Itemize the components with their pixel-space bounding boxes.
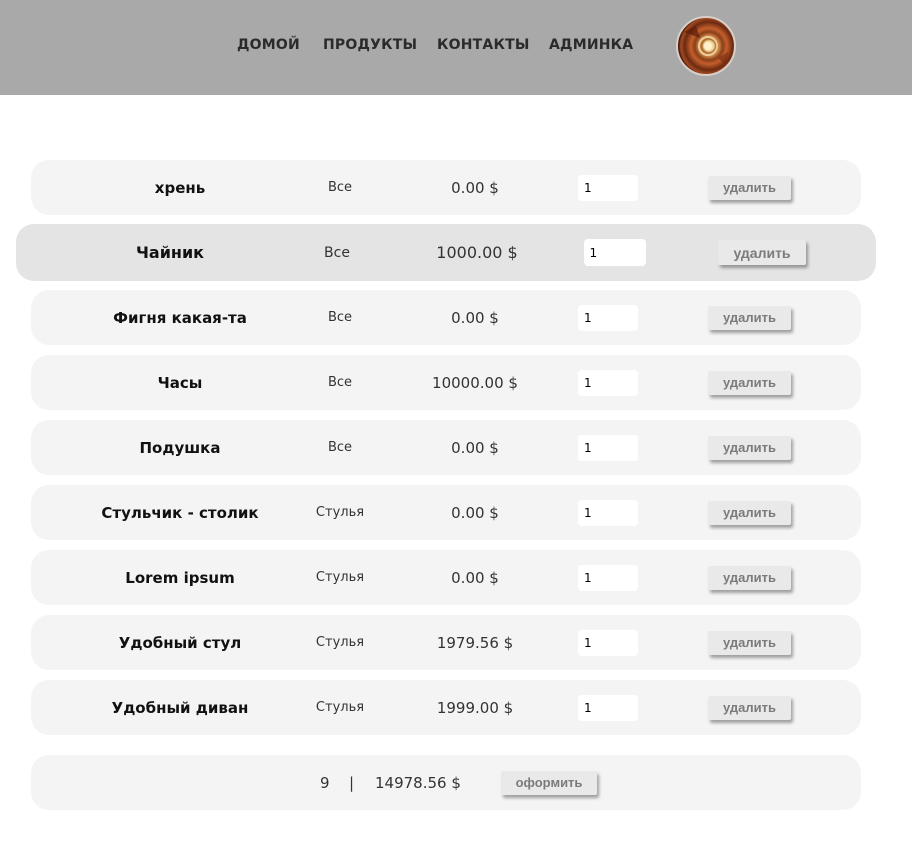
product-price: 0.00 $: [451, 503, 499, 522]
nav-admin-link[interactable]: АДМИНКА: [549, 37, 633, 53]
product-name: Удобный стул: [118, 633, 242, 652]
cart-summary: 9 | 14978.56 $ оформить: [31, 755, 861, 810]
quantity-input[interactable]: [578, 564, 638, 591]
main-nav: ДОМОЙ ПРОДУКТЫ КОНТАКТЫ АДМИНКА: [0, 37, 912, 57]
product-category: Все: [327, 375, 353, 390]
quantity-input[interactable]: [578, 174, 638, 201]
product-price: 1979.56 $: [436, 633, 514, 652]
delete-button[interactable]: удалить: [708, 435, 791, 460]
quantity-input[interactable]: [578, 499, 638, 526]
product-category: Стулья: [315, 700, 365, 715]
product-category: Все: [327, 310, 353, 325]
site-header: ДОМОЙ ПРОДУКТЫ КОНТАКТЫ АДМИНКА: [0, 0, 912, 95]
product-price: 1999.00 $: [436, 698, 514, 717]
cart-row: Фигня какая-та Все 0.00 $ удалить: [31, 290, 861, 345]
product-price: 0.00 $: [451, 178, 499, 197]
delete-button[interactable]: удалить: [708, 630, 791, 655]
cart-row: Подушка Все 0.00 $ удалить: [31, 420, 861, 475]
product-price: 0.00 $: [451, 308, 499, 327]
product-category: Все: [327, 440, 353, 455]
product-name: Подушка: [139, 438, 221, 457]
product-category: Все: [324, 244, 350, 261]
product-name: Фигня какая-та: [113, 308, 247, 327]
summary-separator: |: [349, 773, 355, 792]
delete-button[interactable]: удалить: [708, 305, 791, 330]
product-name: Lorem ipsum: [125, 568, 235, 587]
delete-button[interactable]: удалить: [718, 240, 806, 265]
quantity-input[interactable]: [583, 239, 646, 266]
product-price: 1000.00 $: [436, 243, 518, 262]
cart-row: Удобный стул Стулья 1979.56 $ удалить: [31, 615, 861, 670]
nav-products-link[interactable]: ПРОДУКТЫ: [323, 37, 417, 53]
nav-home-link[interactable]: ДОМОЙ: [237, 37, 300, 53]
product-name: хрень: [154, 178, 206, 197]
product-category: Стулья: [315, 635, 365, 650]
product-price: 0.00 $: [451, 438, 499, 457]
product-category: Стулья: [315, 570, 365, 585]
user-avatar[interactable]: [676, 16, 736, 76]
cart-row: Чайник Все 1000.00 $ удалить: [16, 224, 876, 281]
cart-row: Стульчик - столик Стулья 0.00 $ удалить: [31, 485, 861, 540]
nav-contacts-link[interactable]: КОНТАКТЫ: [437, 37, 530, 53]
product-category: Все: [327, 180, 353, 195]
quantity-input[interactable]: [578, 629, 638, 656]
delete-button[interactable]: удалить: [708, 175, 791, 200]
checkout-button[interactable]: оформить: [500, 770, 598, 795]
product-price: 0.00 $: [451, 568, 499, 587]
cart-row: Часы Все 10000.00 $ удалить: [31, 355, 861, 410]
product-name: Часы: [157, 373, 203, 392]
product-category: Стулья: [315, 505, 365, 520]
cart-row: Удобный диван Стулья 1999.00 $ удалить: [31, 680, 861, 735]
item-count: 9: [320, 773, 330, 792]
cart-row: хрень Все 0.00 $ удалить: [31, 160, 861, 215]
delete-button[interactable]: удалить: [708, 695, 791, 720]
delete-button[interactable]: удалить: [708, 370, 791, 395]
avatar-image: [684, 26, 728, 66]
product-name: Удобный диван: [111, 698, 249, 717]
quantity-input[interactable]: [578, 434, 638, 461]
product-name: Чайник: [135, 243, 205, 262]
delete-button[interactable]: удалить: [708, 500, 791, 525]
delete-button[interactable]: удалить: [708, 565, 791, 590]
cart-total: 14978.56 $: [375, 773, 461, 792]
cart-row: Lorem ipsum Стулья 0.00 $ удалить: [31, 550, 861, 605]
quantity-input[interactable]: [578, 694, 638, 721]
product-name: Стульчик - столик: [101, 503, 259, 522]
product-price: 10000.00 $: [432, 373, 518, 392]
quantity-input[interactable]: [578, 304, 638, 331]
quantity-input[interactable]: [578, 369, 638, 396]
